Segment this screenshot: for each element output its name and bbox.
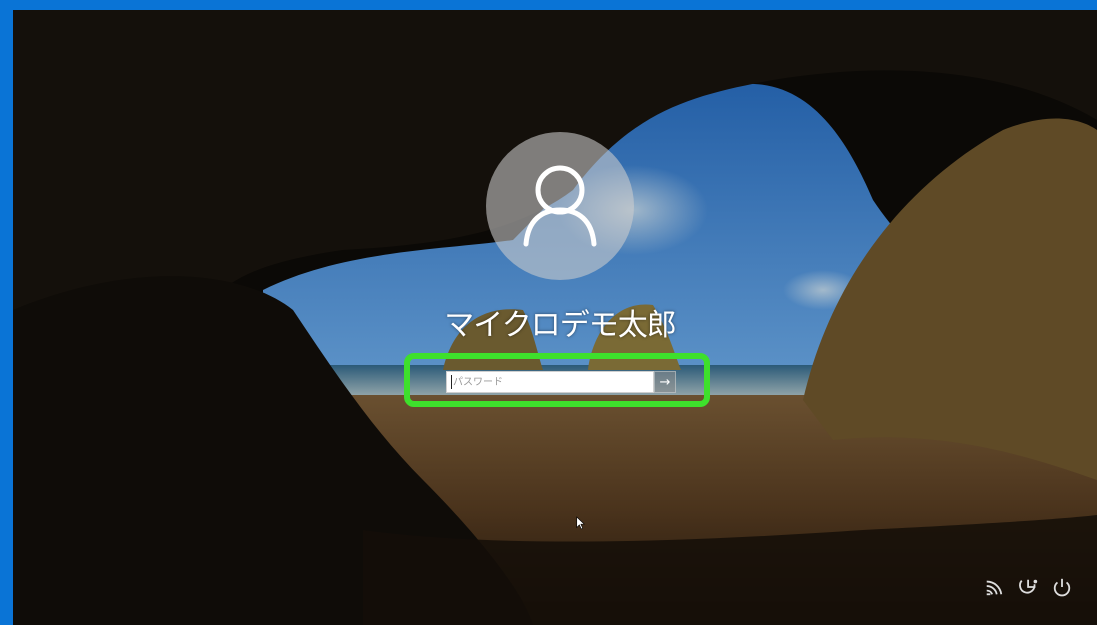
mouse-cursor-icon xyxy=(576,515,586,534)
submit-button[interactable]: → xyxy=(654,371,676,393)
password-input[interactable] xyxy=(446,371,654,393)
power-icon[interactable] xyxy=(1051,575,1073,599)
text-caret xyxy=(451,375,452,389)
ease-of-access-icon[interactable] xyxy=(1017,575,1041,599)
user-avatar-icon xyxy=(486,132,634,280)
user-name: マイクロデモ太郎 xyxy=(444,308,676,343)
network-icon[interactable] xyxy=(983,575,1005,599)
lock-screen: マイクロデモ太郎 → xyxy=(13,10,1097,625)
